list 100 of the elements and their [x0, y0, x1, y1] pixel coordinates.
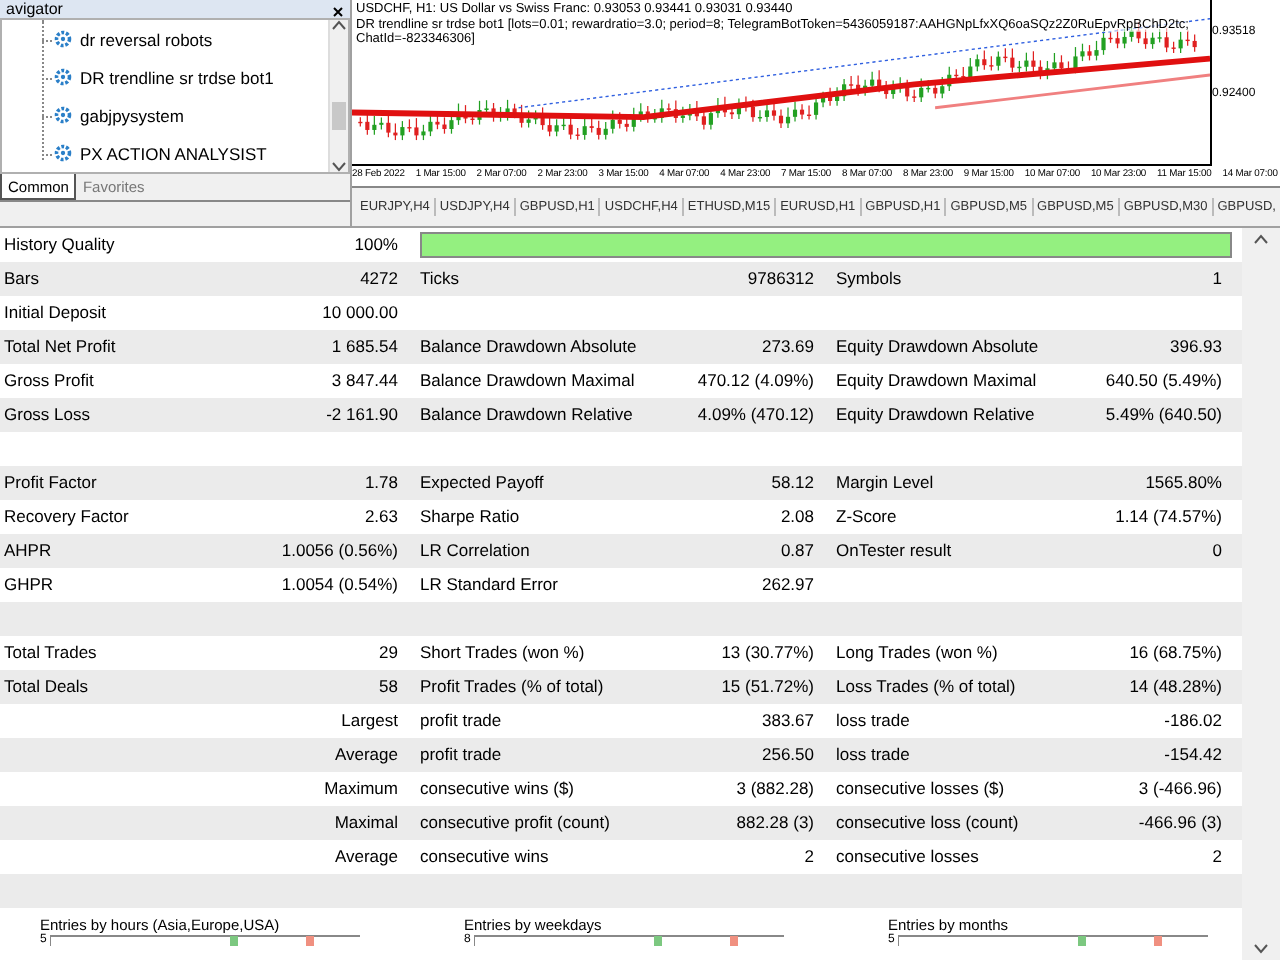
metric-value: 4.09% (470.12)	[697, 402, 814, 428]
scroll-down-icon[interactable]	[1254, 944, 1268, 954]
metric-group-label: Largest	[341, 708, 398, 734]
metric-value: 9786312	[747, 266, 814, 292]
metric-value: 15 (51.72%)	[721, 674, 814, 700]
metric-value: 4272	[360, 266, 398, 292]
metric-value: -466.96 (3)	[1138, 810, 1222, 836]
metric-label: Bars	[4, 266, 39, 292]
close-icon[interactable]	[332, 6, 344, 18]
metric-label: Balance Drawdown Maximal	[420, 368, 635, 394]
metric-label: Initial Deposit	[4, 300, 107, 326]
scroll-up-icon[interactable]	[332, 20, 346, 30]
metric-label: consecutive profit (count)	[420, 810, 610, 836]
metric-group-label: Average	[334, 844, 398, 870]
metric-label: OnTester result	[836, 538, 952, 564]
metric-value: 100%	[354, 232, 398, 258]
metric-value: 29	[379, 640, 398, 666]
metric-label: Expected Payoff	[420, 470, 544, 496]
metric-value: 273.69	[762, 334, 814, 360]
metric-label: LR Standard Error	[420, 572, 558, 598]
metric-value: 13 (30.77%)	[721, 640, 814, 666]
metric-label: Gross Loss	[4, 402, 90, 428]
metric-value: 1.14 (74.57%)	[1115, 504, 1222, 530]
metric-value: 16 (68.75%)	[1129, 640, 1222, 666]
gear-icon	[54, 68, 72, 86]
metric-value: 882.28 (3)	[736, 810, 814, 836]
metric-label: consecutive loss (count)	[836, 810, 1019, 836]
metric-value: 470.12 (4.09%)	[697, 368, 814, 394]
gear-icon	[54, 144, 72, 162]
metric-group-label: Maximum	[324, 776, 398, 802]
metric-value: 3 (882.28)	[736, 776, 814, 802]
metric-value: 1565.80%	[1145, 470, 1222, 496]
metric-label: profit trade	[420, 742, 502, 768]
metric-label: consecutive wins ($)	[420, 776, 575, 802]
metric-value: -154.42	[1164, 742, 1222, 768]
metric-value: 383.67	[762, 708, 814, 734]
metric-value: 1 685.54	[331, 334, 398, 360]
metric-value: -186.02	[1164, 708, 1222, 734]
panel-title: avigator	[6, 2, 63, 18]
scroll-up-icon[interactable]	[1254, 234, 1268, 244]
metric-value: 14 (48.28%)	[1129, 674, 1222, 700]
metric-label: Z-Score	[836, 504, 897, 530]
metric-value: 3 847.44	[331, 368, 398, 394]
metric-label: consecutive losses	[836, 844, 979, 870]
metric-value: 1.78	[364, 470, 398, 496]
scrollbar-thumb[interactable]	[332, 102, 346, 130]
metric-label: Gross Profit	[4, 368, 94, 394]
metric-value: 3 (-466.96)	[1138, 776, 1222, 802]
metric-value: 2	[804, 844, 814, 870]
metric-value: 2.08	[780, 504, 814, 530]
metric-value: 640.50 (5.49%)	[1105, 368, 1222, 394]
metric-group-label: Average	[334, 742, 398, 768]
metric-label: Equity Drawdown Absolute	[836, 334, 1039, 360]
metric-group-label: Maximal	[334, 810, 398, 836]
gear-icon	[54, 106, 72, 124]
tree-item[interactable]: DR trendline sr trdse bot1	[80, 67, 274, 87]
metric-label: consecutive losses ($)	[836, 776, 1005, 802]
metric-value: 58.12	[771, 470, 814, 496]
metric-value: 256.50	[762, 742, 814, 768]
metric-value: 1	[1212, 266, 1222, 292]
metric-label: History Quality	[4, 232, 115, 258]
metric-label: Recovery Factor	[4, 504, 129, 530]
metric-value: 10 000.00	[322, 300, 398, 326]
metric-label: Total Net Profit	[4, 334, 116, 360]
metric-value: 1.0056 (0.56%)	[281, 538, 398, 564]
metric-label: Balance Drawdown Absolute	[420, 334, 637, 360]
metric-label: Ticks	[420, 266, 460, 292]
metric-label: Symbols	[836, 266, 902, 292]
metric-label: Long Trades (won %)	[836, 640, 998, 666]
metric-value: 5.49% (640.50)	[1105, 402, 1222, 428]
metric-label: Equity Drawdown Relative	[836, 402, 1035, 428]
metric-label: Margin Level	[836, 470, 934, 496]
metric-label: Loss Trades (% of total)	[836, 674, 1016, 700]
tree-item[interactable]: dr reversal robots	[80, 29, 213, 49]
metric-label: Sharpe Ratio	[420, 504, 520, 530]
metric-label: Profit Factor	[4, 470, 97, 496]
metric-value: 396.93	[1170, 334, 1222, 360]
metric-label: Equity Drawdown Maximal	[836, 368, 1037, 394]
metric-label: consecutive wins	[420, 844, 549, 870]
tree-item[interactable]: gabjpysystem	[80, 105, 184, 125]
metric-label: profit trade	[420, 708, 502, 734]
gear-icon	[54, 30, 72, 48]
metric-label: Balance Drawdown Relative	[420, 402, 633, 428]
metric-value: 262.97	[762, 572, 814, 598]
metric-label: loss trade	[836, 708, 910, 734]
metric-label: loss trade	[836, 742, 910, 768]
tree-item[interactable]: PX ACTION ANALYSIST	[80, 143, 267, 163]
metric-label: AHPR	[4, 538, 52, 564]
metric-label: Total Trades	[4, 640, 97, 666]
metric-value: 2.63	[364, 504, 398, 530]
metric-label: Profit Trades (% of total)	[420, 674, 604, 700]
metric-value: 58	[379, 674, 398, 700]
metric-label: Total Deals	[4, 674, 89, 700]
metric-label: GHPR	[4, 572, 54, 598]
metric-label: Short Trades (won %)	[420, 640, 585, 666]
metric-value: 1.0054 (0.54%)	[281, 572, 398, 598]
scroll-down-icon[interactable]	[332, 162, 346, 172]
metric-value: -2 161.90	[326, 402, 398, 428]
metric-value: 2	[1212, 844, 1222, 870]
metric-value: 0.87	[780, 538, 814, 564]
